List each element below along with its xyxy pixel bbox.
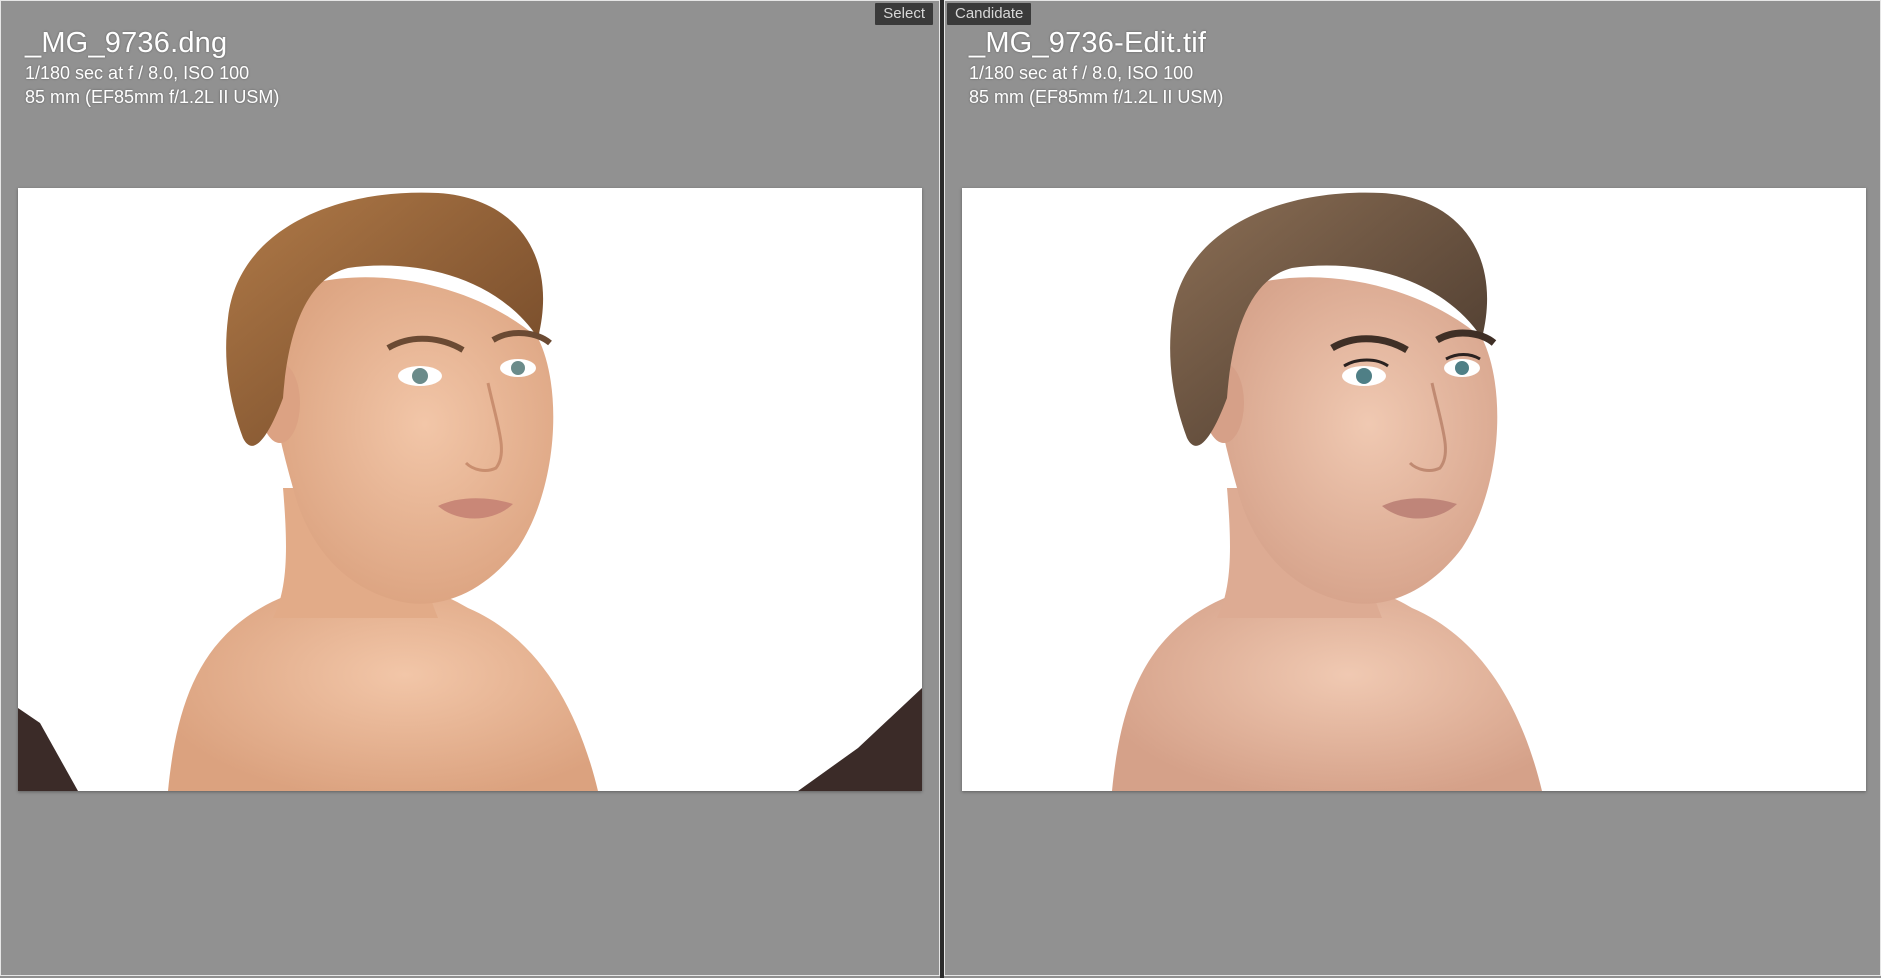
candidate-info-overlay: _MG_9736-Edit.tif 1/180 sec at f / 8.0, … (969, 25, 1223, 109)
select-portrait-image (18, 188, 922, 791)
candidate-exposure: 1/180 sec at f / 8.0, ISO 100 (969, 63, 1194, 83)
candidate-pane[interactable]: Candidate _MG_9736-Edit.tif 1/180 sec at… (944, 0, 1881, 976)
select-exposure: 1/180 sec at f / 8.0, ISO 100 (25, 63, 250, 83)
select-filename: _MG_9736.dng (25, 27, 228, 59)
select-lens: 85 mm (EF85mm f/1.2L II USM) (25, 87, 280, 107)
candidate-filename: _MG_9736-Edit.tif (969, 27, 1207, 59)
select-tag[interactable]: Select (875, 3, 933, 25)
compare-view: Select _MG_9736.dng 1/180 sec at f / 8.0… (0, 0, 1881, 978)
candidate-lens: 85 mm (EF85mm f/1.2L II USM) (969, 87, 1224, 107)
candidate-tag[interactable]: Candidate (947, 3, 1032, 25)
select-info-overlay: _MG_9736.dng 1/180 sec at f / 8.0, ISO 1… (25, 25, 279, 109)
candidate-photo[interactable] (962, 188, 1866, 791)
select-photo[interactable] (18, 188, 922, 791)
candidate-portrait-image (962, 188, 1866, 791)
select-pane[interactable]: Select _MG_9736.dng 1/180 sec at f / 8.0… (0, 0, 940, 976)
